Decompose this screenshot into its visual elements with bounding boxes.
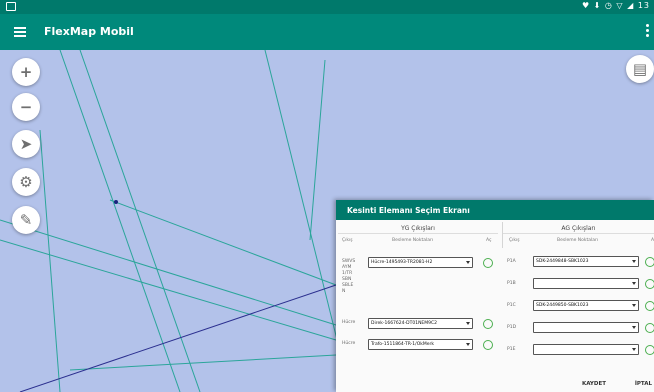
column-output: Çıkış <box>342 238 353 243</box>
mv-outputs-panel: YG Çıkışları Çıkış Besleme Noktaları Aç … <box>338 222 498 350</box>
feed-point-select[interactable] <box>533 278 639 289</box>
row-label: P1D <box>507 325 517 330</box>
row-label: SWVS AYM 1/TR SBN SBLE N <box>342 259 356 294</box>
app-bar: FlexMap Mobil <box>0 14 654 50</box>
overflow-menu-icon[interactable] <box>646 24 650 40</box>
status-icons: ♥ ⬇ ◷ ▽ ◢ 13 <box>581 1 650 10</box>
lv-column-headers: Çıkış Besleme Noktaları A <box>503 234 654 248</box>
cancel-button[interactable]: İPTAL <box>635 381 652 387</box>
mv-row: Hücre Trafo-1511864-TR-1/OkMerk <box>338 338 498 352</box>
lv-row: P1E <box>503 344 654 358</box>
lv-panel-title: AG Çıkışları <box>503 222 654 234</box>
row-label: P1C <box>507 303 516 308</box>
lv-row: P1B <box>503 278 654 292</box>
mv-row: Hücre Direk-1667624-DT01NEM9C2 <box>338 317 498 331</box>
lv-row: P1D <box>503 322 654 336</box>
mv-panel-title: YG Çıkışları <box>338 222 498 234</box>
screenshot-notification-icon <box>6 2 16 11</box>
feed-point-select[interactable]: Direk-1667624-DT01NEM9C2 <box>368 318 473 329</box>
column-open: Aç <box>486 238 492 243</box>
save-button[interactable]: KAYDET <box>582 381 606 387</box>
network-node[interactable] <box>114 200 118 204</box>
row-label: Hücre <box>342 320 356 325</box>
locate-button[interactable]: ➤ <box>12 130 40 158</box>
feed-point-select[interactable]: Hücre-1495493-TR2081-H2 <box>368 257 473 268</box>
layers-button[interactable]: ▤ <box>626 55 654 83</box>
row-label: Hücre <box>342 341 356 346</box>
feed-point-select[interactable]: SDK-2449850-SBK1023 <box>533 300 639 311</box>
open-radio[interactable] <box>483 319 493 329</box>
mv-row: SWVS AYM 1/TR SBN SBLE N Hücre-1495493-T… <box>338 256 498 306</box>
feed-point-select[interactable] <box>533 344 639 355</box>
dialog-title: Kesinti Elemanı Seçim Ekranı <box>336 200 654 220</box>
column-feed-points: Besleme Noktaları <box>557 238 599 243</box>
row-label: P1B <box>507 281 516 286</box>
settings-button[interactable]: ⚙ <box>12 168 40 196</box>
status-bar: ♥ ⬇ ◷ ▽ ◢ 13 <box>0 0 654 14</box>
app-title: FlexMap Mobil <box>44 25 134 38</box>
mv-column-headers: Çıkış Besleme Noktaları Aç <box>338 234 498 248</box>
lv-row: P1C SDK-2449850-SBK1023 <box>503 300 654 314</box>
zoom-out-button[interactable]: − <box>12 93 40 121</box>
open-radio[interactable] <box>483 340 493 350</box>
feed-point-select[interactable]: Trafo-1511864-TR-1/OkMerk <box>368 339 473 350</box>
column-output: Çıkış <box>509 238 520 243</box>
open-radio[interactable] <box>645 323 654 333</box>
feed-point-select[interactable]: SDK-2449848-SBK1023 <box>533 256 639 267</box>
open-radio[interactable] <box>483 258 493 268</box>
zoom-in-button[interactable]: + <box>12 58 40 86</box>
row-label: P1A <box>507 259 516 264</box>
menu-icon[interactable] <box>14 27 26 37</box>
row-label: P1E <box>507 347 516 352</box>
open-radio[interactable] <box>645 279 654 289</box>
feed-point-select[interactable] <box>533 322 639 333</box>
outage-element-selection-dialog: Kesinti Elemanı Seçim Ekranı YG Çıkışlar… <box>336 200 654 392</box>
edit-button[interactable]: ✎ <box>12 206 40 234</box>
open-radio[interactable] <box>645 301 654 311</box>
open-radio[interactable] <box>645 257 654 267</box>
column-feed-points: Besleme Noktaları <box>392 238 434 243</box>
open-radio[interactable] <box>645 345 654 355</box>
lv-row: P1A SDK-2449848-SBK1023 <box>503 256 654 270</box>
lv-outputs-panel: AG Çıkışları Çıkış Besleme Noktaları A P… <box>502 222 654 355</box>
